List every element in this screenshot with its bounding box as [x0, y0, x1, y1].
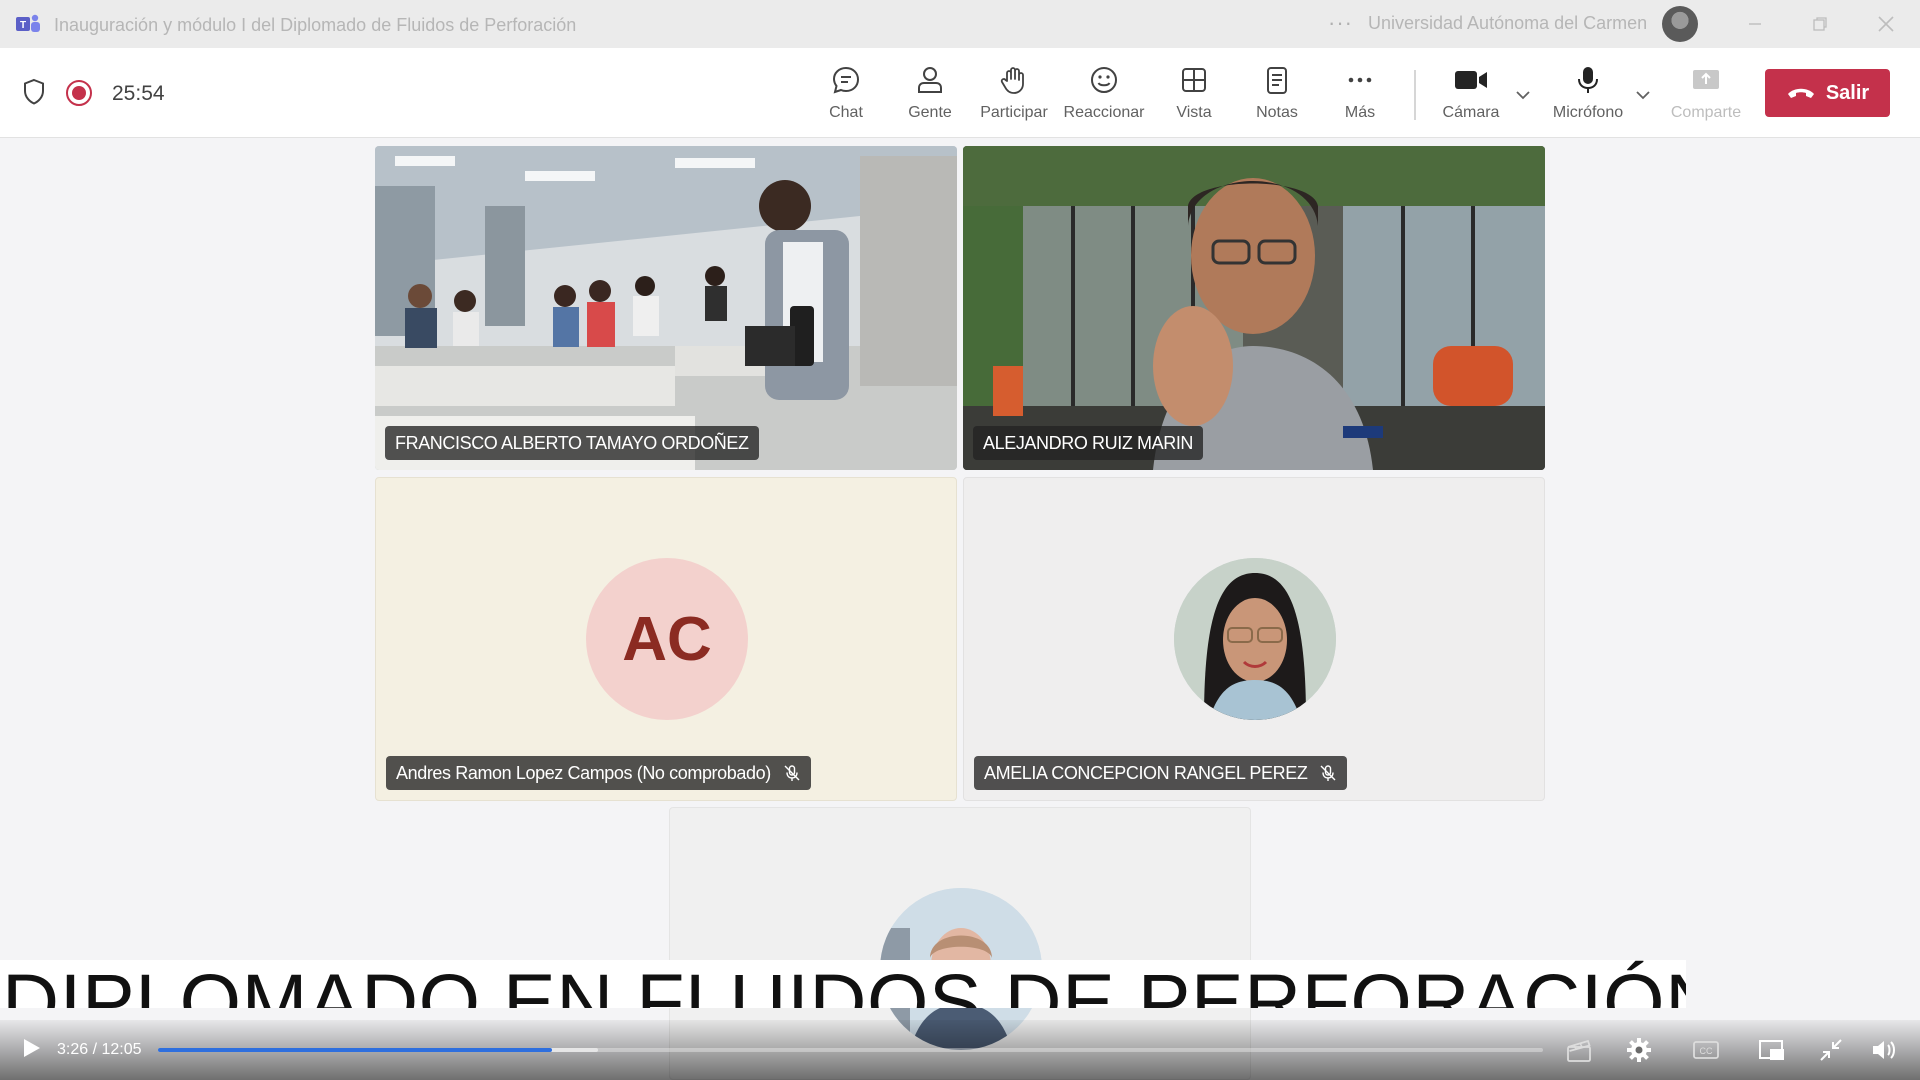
- play-icon[interactable]: [20, 1037, 42, 1059]
- close-icon: [1878, 16, 1894, 32]
- participant-initials-avatar: AC: [586, 558, 748, 720]
- share-label: Comparte: [1670, 104, 1742, 121]
- exit-fullscreen-icon[interactable]: [1817, 1036, 1845, 1064]
- minimize-button[interactable]: [1735, 8, 1775, 40]
- recording-icon: [66, 80, 92, 106]
- more-options-icon[interactable]: ···: [1328, 10, 1353, 36]
- restore-icon: [1813, 17, 1827, 31]
- participant-name-tag: FRANCISCO ALBERTO TAMAYO ORDOÑEZ: [385, 426, 759, 460]
- mic-icon: [1578, 67, 1598, 93]
- hang-up-icon: [1787, 88, 1814, 98]
- window-title-bar: T Inauguración y módulo I del Diplomado …: [0, 0, 1920, 48]
- shield-icon[interactable]: [22, 78, 46, 106]
- closed-captions-icon[interactable]: CC: [1692, 1036, 1720, 1064]
- teams-logo-icon: T: [16, 14, 40, 32]
- video-tile-classroom[interactable]: FRANCISCO ALBERTO TAMAYO ORDOÑEZ: [375, 146, 957, 470]
- participant-name-tag: AMELIA CONCEPCION RANGEL PEREZ: [974, 756, 1348, 790]
- leave-label: Salir: [1825, 81, 1870, 104]
- more-button[interactable]: Más: [1340, 62, 1380, 128]
- participant-name-tag: ALEJANDRO RUIZ MARIN: [973, 426, 1204, 460]
- camera-label: Cámara: [1442, 104, 1500, 121]
- video-player-controls: 3:26 / 12:05 CC: [0, 1020, 1920, 1080]
- video-caption-banner: DIPLOMADO EN FLUIDOS DE PERFORACIÓN: [0, 960, 1686, 1008]
- participant-name: FRANCISCO ALBERTO TAMAYO ORDOÑEZ: [395, 432, 749, 453]
- microphone-button[interactable]: Micrófono: [1546, 62, 1630, 128]
- more-label: Más: [1344, 104, 1376, 121]
- speaker-video-image: [963, 146, 1545, 470]
- minimize-icon: [1749, 23, 1761, 25]
- participant-tile-initials[interactable]: AC Andres Ramon Lopez Campos (No comprob…: [375, 477, 957, 801]
- settings-gear-icon[interactable]: [1625, 1036, 1653, 1064]
- chat-button[interactable]: Chat: [823, 62, 869, 128]
- camera-options-chevron-icon[interactable]: [1514, 86, 1532, 104]
- profile-avatar[interactable]: [1662, 6, 1698, 42]
- people-button[interactable]: Gente: [905, 62, 955, 128]
- svg-text:CC: CC: [1700, 1046, 1713, 1056]
- participant-name: AMELIA CONCEPCION RANGEL PEREZ: [984, 762, 1308, 783]
- toolbar-divider: [1414, 70, 1416, 120]
- miniplayer-icon[interactable]: [1758, 1036, 1786, 1064]
- people-label: Gente: [908, 104, 952, 121]
- progress-played: [158, 1048, 552, 1052]
- mic-label: Micrófono: [1552, 104, 1624, 121]
- window-title: Inauguración y módulo I del Diplomado de…: [54, 15, 577, 35]
- mic-off-icon: [1320, 765, 1336, 781]
- mic-options-chevron-icon[interactable]: [1634, 86, 1652, 104]
- playback-time: 3:26 / 12:05: [57, 1041, 142, 1058]
- restore-button[interactable]: [1800, 8, 1840, 40]
- close-button[interactable]: [1866, 8, 1906, 40]
- people-icon: [918, 67, 942, 93]
- progress-bar[interactable]: [158, 1048, 1543, 1052]
- react-button[interactable]: Reaccionar: [1062, 62, 1146, 128]
- volume-icon[interactable]: [1870, 1036, 1898, 1064]
- mic-off-icon: [784, 765, 800, 781]
- more-icon: [1348, 77, 1372, 83]
- video-tile-speaker[interactable]: ALEJANDRO RUIZ MARIN: [963, 146, 1545, 470]
- chat-label: Chat: [829, 104, 863, 121]
- smiley-icon: [1091, 67, 1117, 93]
- organization-name: Universidad Autónoma del Carmen: [1368, 13, 1648, 33]
- classroom-video-image: [375, 146, 957, 470]
- chat-icon: [832, 66, 860, 94]
- meeting-toolbar: 25:54 Chat Gente Participar Reaccionar V…: [0, 48, 1920, 138]
- view-label: Vista: [1176, 104, 1212, 121]
- participant-photo-image: [1174, 558, 1336, 720]
- grid-view-icon: [1182, 68, 1206, 92]
- notes-icon: [1267, 67, 1287, 94]
- participant-tile-photo[interactable]: AMELIA CONCEPCION RANGEL PEREZ: [963, 477, 1545, 801]
- camera-button[interactable]: Cámara: [1436, 62, 1506, 128]
- view-button[interactable]: Vista: [1172, 62, 1216, 128]
- meeting-timer: 25:54: [112, 82, 165, 105]
- notes-button[interactable]: Notas: [1250, 62, 1304, 128]
- participant-name: ALEJANDRO RUIZ MARIN: [983, 432, 1194, 453]
- participant-photo-avatar: [1174, 558, 1336, 720]
- clapperboard-icon[interactable]: [1565, 1036, 1593, 1064]
- caption-text: DIPLOMADO EN FLUIDOS DE PERFORACIÓN: [2, 960, 1686, 1008]
- raise-hand-icon: [1000, 67, 1024, 94]
- participant-name: Andres Ramon Lopez Campos (No comprobado…: [396, 762, 771, 783]
- share-icon: [1693, 70, 1719, 89]
- svg-text:T: T: [20, 20, 26, 31]
- participant-name-tag: Andres Ramon Lopez Campos (No comprobado…: [386, 756, 811, 790]
- raise-hand-button[interactable]: Participar: [978, 62, 1050, 128]
- raise-hand-label: Participar: [980, 104, 1048, 121]
- leave-button[interactable]: Salir: [1765, 69, 1890, 117]
- share-button[interactable]: Comparte: [1668, 62, 1744, 128]
- notes-label: Notas: [1256, 104, 1298, 121]
- camera-icon: [1455, 71, 1487, 89]
- react-label: Reaccionar: [1063, 104, 1145, 121]
